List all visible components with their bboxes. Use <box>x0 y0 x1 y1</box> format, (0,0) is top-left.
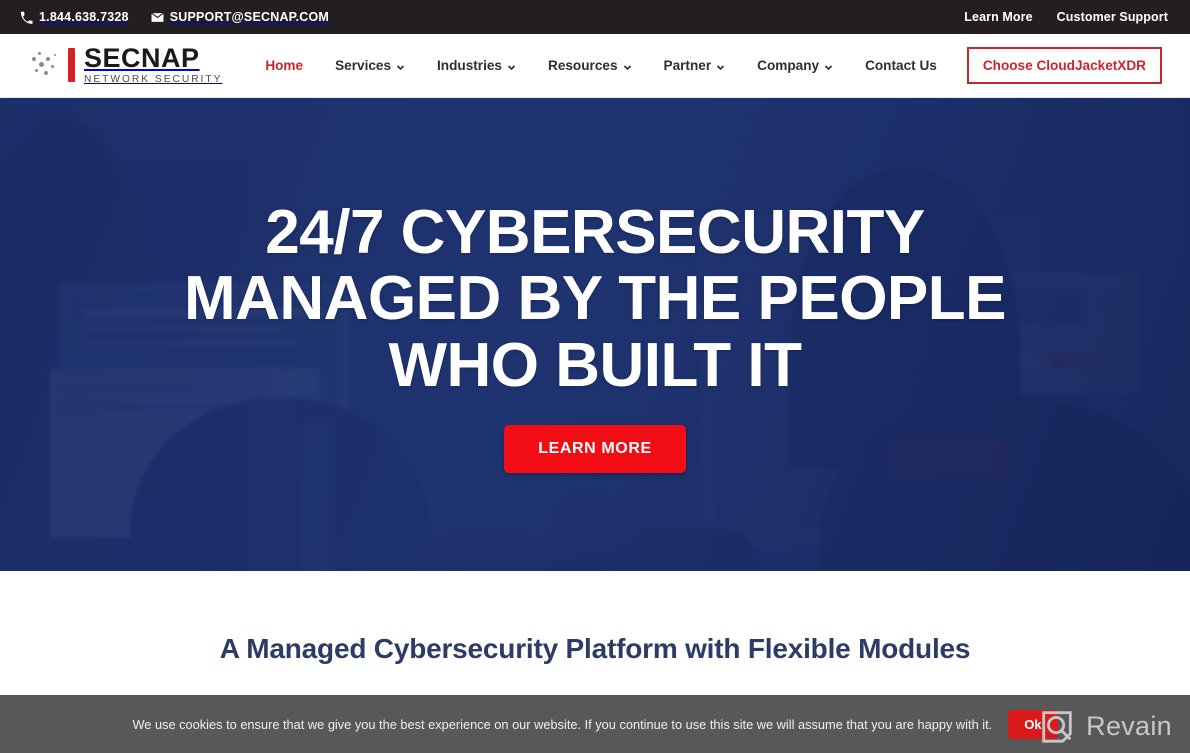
phone-link[interactable]: 1.844.638.7328 <box>20 10 129 24</box>
logo-red-bar <box>68 48 75 83</box>
site-logo[interactable]: SECNAP NETWORK SECURITY <box>0 45 222 85</box>
nav-label-contact-us: Contact Us <box>865 58 937 73</box>
revain-watermark: Revain <box>1038 707 1172 745</box>
logo-tagline: NETWORK SECURITY <box>84 74 223 86</box>
topbar-link-learn-more[interactable]: Learn More <box>964 10 1032 24</box>
main-navigation: Home Services Industries Resources Partn… <box>249 47 1190 84</box>
nav-label-home: Home <box>265 58 304 73</box>
nav-label-services: Services <box>335 58 392 73</box>
section-heading: A Managed Cybersecurity Platform with Fl… <box>219 633 971 664</box>
utility-topbar: 1.844.638.7328 SUPPORT@SECNAP.COM Learn … <box>0 0 1190 34</box>
logo-dots-icon <box>30 48 66 82</box>
nav-item-contact-us[interactable]: Contact Us <box>849 58 953 73</box>
hero-content: 24/7 CYBERSECURITY MANAGED BY THE PEOPLE… <box>0 98 1190 571</box>
hero-title-line-3: WHO BUILT IT <box>388 330 802 400</box>
chevron-down-icon <box>824 60 833 71</box>
email-address: SUPPORT@SECNAP.COM <box>169 10 330 24</box>
nav-item-partner[interactable]: Partner <box>648 58 742 73</box>
phone-number: 1.844.638.7328 <box>39 10 129 24</box>
hero-title-line-2: MANAGED BY THE PEOPLE <box>183 264 1007 334</box>
revain-label: Revain <box>1086 710 1172 741</box>
logo-name: SECNAP <box>84 43 200 74</box>
site-header: SECNAP NETWORK SECURITY Home Services In… <box>0 34 1190 98</box>
nav-item-resources[interactable]: Resources <box>532 58 648 73</box>
topbar-contact-group: 1.844.638.7328 SUPPORT@SECNAP.COM <box>0 10 329 24</box>
platform-section: A Managed Cybersecurity Platform with Fl… <box>0 571 1190 695</box>
page-root: 1.844.638.7328 SUPPORT@SECNAP.COM Learn … <box>0 0 1190 753</box>
email-link[interactable]: SUPPORT@SECNAP.COM <box>150 10 330 24</box>
revain-logo-icon <box>1038 707 1076 745</box>
chevron-down-icon <box>716 60 725 71</box>
hero-title-line-1: 24/7 CYBERSECURITY <box>265 198 925 267</box>
nav-label-partner: Partner <box>663 58 712 73</box>
nav-label-industries: Industries <box>437 58 502 73</box>
chevron-down-icon <box>507 60 516 71</box>
topbar-links-group: Learn More Customer Support <box>964 10 1190 24</box>
hero-learn-more-button[interactable]: LEARN MORE <box>504 424 686 473</box>
nav-item-services[interactable]: Services <box>319 58 421 73</box>
cookie-message: We use cookies to ensure that we give yo… <box>132 716 993 732</box>
nav-item-industries[interactable]: Industries <box>421 58 532 73</box>
choose-cloudjacketxdr-button[interactable]: Choose CloudJacketXDR <box>966 47 1162 84</box>
topbar-link-customer-support[interactable]: Customer Support <box>1057 10 1168 24</box>
cookie-consent-bar: We use cookies to ensure that we give yo… <box>0 695 1190 753</box>
chevron-down-icon <box>396 60 405 71</box>
nav-item-company[interactable]: Company <box>741 58 849 73</box>
nav-label-company: Company <box>757 58 820 73</box>
hero-banner: 24/7 CYBERSECURITY MANAGED BY THE PEOPLE… <box>0 98 1190 571</box>
envelope-icon <box>150 11 164 24</box>
phone-icon <box>20 11 33 24</box>
hero-title: 24/7 CYBERSECURITY MANAGED BY THE PEOPLE… <box>183 198 1007 400</box>
nav-item-home[interactable]: Home <box>249 58 319 73</box>
nav-label-resources: Resources <box>548 58 618 73</box>
chevron-down-icon <box>623 60 632 71</box>
logo-wordmark: SECNAP NETWORK SECURITY <box>84 45 222 85</box>
